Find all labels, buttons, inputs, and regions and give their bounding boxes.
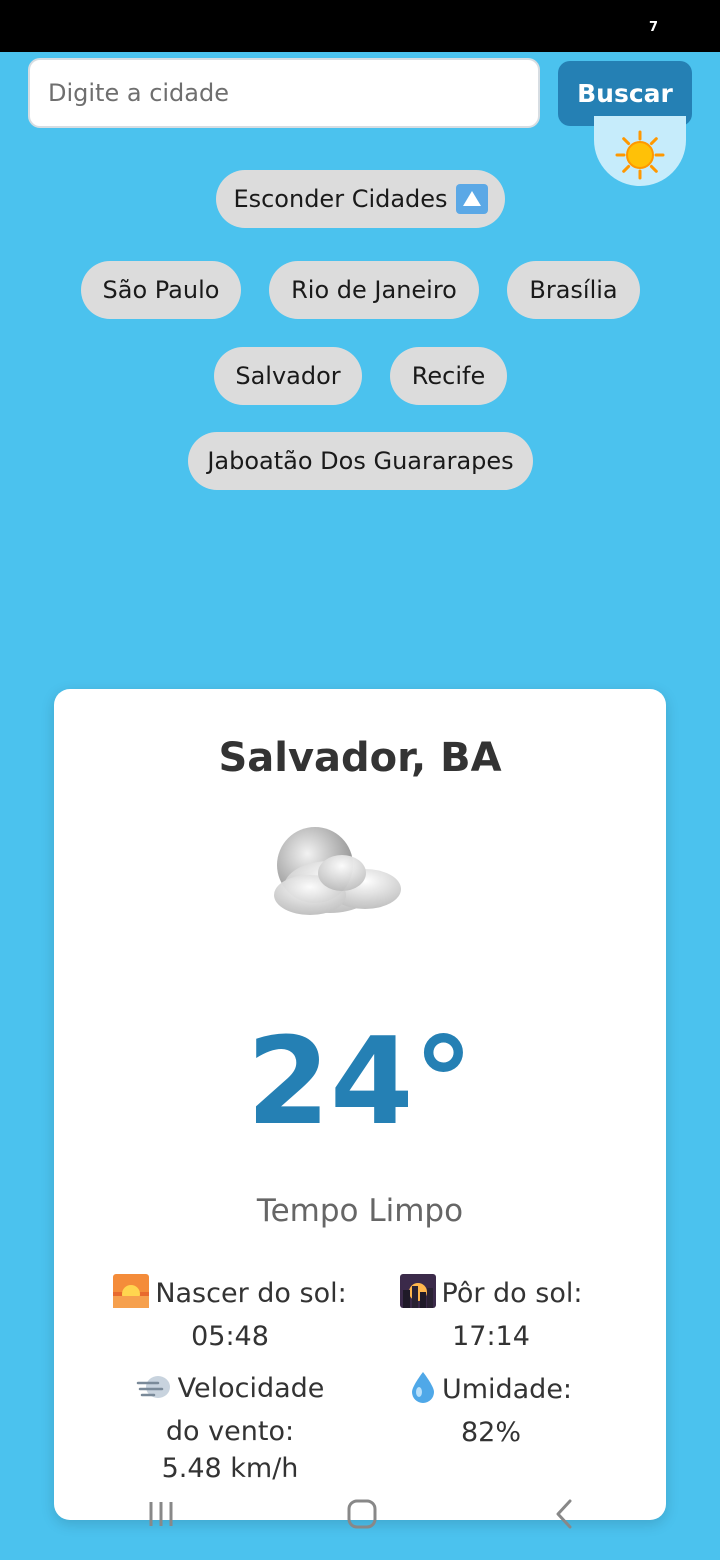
sunrise-detail: Nascer do sol: 05:48 [106, 1274, 354, 1355]
wind-value: 5.48 km/h [161, 1453, 299, 1484]
sunset-value: 17:14 [452, 1321, 530, 1352]
humidity-detail: Umidade: 82% [398, 1370, 584, 1451]
weather-condition: Tempo Limpo [256, 1193, 464, 1229]
back-icon[interactable] [552, 1498, 576, 1534]
sunset-icon [399, 1274, 436, 1318]
recent-apps-icon[interactable] [146, 1498, 176, 1532]
wind-icon [136, 1371, 172, 1413]
humidity-value: 82% [460, 1417, 521, 1448]
sunrise-icon [113, 1274, 150, 1318]
humidity-label: Umidade: [441, 1374, 573, 1405]
city-chip-sao-paulo[interactable]: São Paulo [81, 261, 241, 319]
toggle-cities-label: Esconder Cidades [233, 185, 448, 213]
partly-cloudy-icon [270, 825, 410, 925]
city-chip-rio-de-janeiro[interactable]: Rio de Janeiro [269, 261, 479, 319]
city-search-input[interactable] [28, 58, 540, 128]
city-title: Salvador, BA [218, 735, 502, 781]
city-chip-brasilia[interactable]: Brasília [507, 261, 640, 319]
arrow-up-icon [455, 184, 488, 214]
theme-toggle-button[interactable] [594, 116, 686, 186]
status-bar: 7 [0, 0, 720, 52]
city-chip-recife[interactable]: Recife [390, 347, 507, 405]
city-chip-salvador[interactable]: Salvador [214, 347, 362, 405]
sunrise-value: 05:48 [191, 1321, 269, 1352]
temperature-value: 24° [246, 1013, 474, 1152]
sunset-label: Pôr do sol: [441, 1278, 583, 1309]
weather-card: Salvador, BA 24° Tempo Limpo Nascer do s… [54, 689, 666, 1520]
status-indicator: 7 [648, 20, 658, 35]
sunset-detail: Pôr do sol: 17:14 [384, 1274, 598, 1355]
home-icon[interactable] [346, 1498, 378, 1534]
droplet-icon [410, 1370, 436, 1414]
wind-detail: Velocidade do vento: 5.48 km/h [120, 1370, 340, 1487]
wind-label-line1: Velocidade [177, 1373, 325, 1404]
toggle-cities-button[interactable]: Esconder Cidades [216, 170, 505, 228]
city-chip-jaboatao[interactable]: Jaboatão Dos Guararapes [188, 432, 533, 490]
wind-label-line2: do vento: [165, 1416, 295, 1447]
sunrise-label: Nascer do sol: [155, 1278, 347, 1309]
navigation-bar [54, 1490, 666, 1546]
sun-icon [614, 129, 666, 181]
